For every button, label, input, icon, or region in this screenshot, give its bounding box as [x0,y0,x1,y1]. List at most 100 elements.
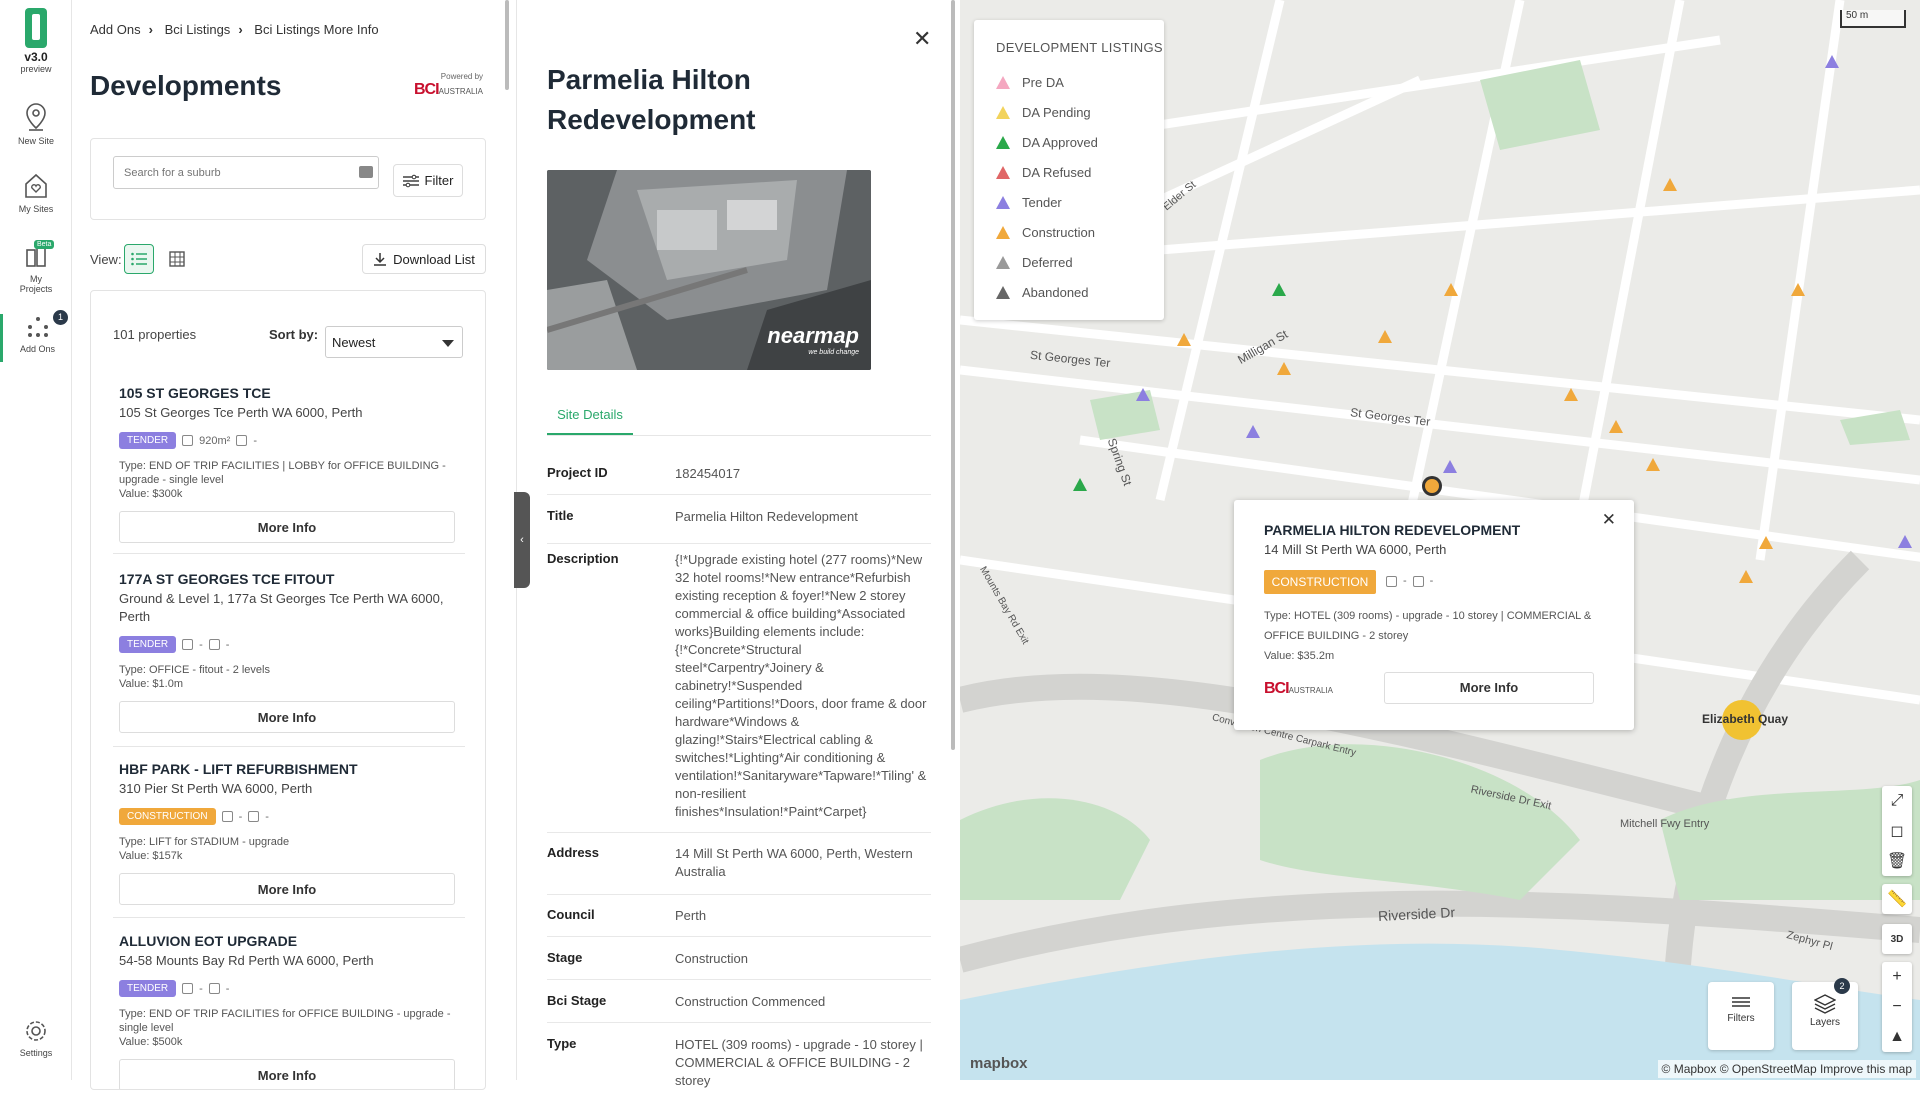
app-logo[interactable]: v3.0 preview [14,8,58,74]
selected-marker-icon[interactable] [1422,476,1442,496]
compass-icon[interactable]: ▲ [1882,1022,1912,1052]
legend-item[interactable]: Tender [996,187,1164,217]
tab-site-details[interactable]: Site Details [547,405,633,435]
marker-tender-icon[interactable] [1898,535,1912,548]
marker-construction-icon[interactable] [1739,570,1753,583]
map-view[interactable]: St Georges Ter St Georges Ter Milligan S… [960,0,1920,1080]
listing-lots: - [225,638,230,651]
detail-row: Address 14 Mill St Perth WA 6000, Perth, … [547,845,931,895]
construction-triangle-icon [996,225,1010,239]
marker-construction-icon[interactable] [1277,362,1291,375]
collapse-panel-button[interactable]: ‹ [514,492,530,588]
detail-key: Stage [547,950,583,965]
map-layers-button[interactable]: 2 Layers [1792,978,1858,1050]
bci-logo: BCIAUSTRALIA [1264,680,1333,698]
breadcrumb-bci-more-info: Bci Listings More Info [254,22,379,37]
chevron-right-icon: › [148,22,153,37]
marker-construction-icon[interactable] [1759,536,1773,549]
filter-button[interactable]: Filter [393,164,463,197]
3d-toggle: 3D [1882,924,1912,954]
popup-area: - [1403,575,1407,587]
nearmap-logo: nearmap [767,323,859,348]
status-badge: TENDER [119,980,177,997]
legend-item[interactable]: DA Pending [996,97,1164,127]
marker-tender-icon[interactable] [1246,425,1260,438]
breadcrumb-bci-listings[interactable]: Bci Listings [165,22,231,37]
list-view-button[interactable] [124,244,154,274]
listing-value: Value: $500k [119,1036,183,1048]
sort-select[interactable]: Newest [325,326,463,358]
panel-scrollbar[interactable] [505,0,509,90]
marker-tender-icon[interactable] [1825,55,1839,68]
detail-scrollbar[interactable] [951,0,955,750]
status-badge: CONSTRUCTION [119,808,216,825]
rail-settings[interactable]: Settings [0,1018,72,1058]
table-view-button[interactable] [162,244,192,274]
rail-new-site-label: New Site [17,136,54,146]
marker-construction-icon[interactable] [1609,420,1623,433]
draw-line-icon[interactable]: ⤢ [1882,786,1912,816]
marker-construction-icon[interactable] [1444,283,1458,296]
listing-area: - [199,638,203,651]
property-count: 101 properties [113,327,197,342]
list-icon [131,252,147,266]
rail-my-sites[interactable]: My Sites [0,172,72,214]
marker-construction-icon[interactable] [1791,283,1805,296]
close-icon[interactable]: ✕ [913,26,931,52]
marker-tender-icon[interactable] [1443,460,1457,473]
status-badge: TENDER [119,432,177,449]
more-info-button[interactable]: More Info [1384,672,1594,704]
more-info-button[interactable]: More Info [119,1059,455,1089]
zoom-in-icon[interactable]: + [1882,962,1912,992]
legend-item[interactable]: DA Approved [996,127,1164,157]
more-info-button[interactable]: More Info [119,511,455,543]
developments-panel: Add Ons › Bci Listings › Bci Listings More… [72,0,510,1090]
map-attribution[interactable]: © Mapbox © OpenStreetMap Improve this ma… [1657,1060,1916,1078]
marker-tender-icon[interactable] [1136,388,1150,401]
zoom-out-icon[interactable]: − [1882,992,1912,1022]
trash-icon[interactable]: 🗑 [1882,846,1912,876]
marker-construction-icon[interactable] [1646,458,1660,471]
download-list-button[interactable]: Download List [362,244,486,274]
legend-item[interactable]: Deferred [996,247,1164,277]
marker-construction-icon[interactable] [1663,178,1677,191]
poi-label: Elizabeth Quay [1702,712,1789,726]
listing-card: ALLUVION EOT UPGRADE 54-58 Mounts Bay Rd… [119,933,459,1089]
aerial-image: nearmap we build change [547,170,871,370]
sliders-icon [402,174,419,187]
divider [113,746,465,747]
marker-da-approved-icon[interactable] [1272,283,1286,296]
bci-logo: BCIAUSTRALIA [414,81,483,99]
ruler-icon[interactable]: 📏 [1882,884,1912,914]
area-icon [182,639,194,650]
bci-logo-sub: AUSTRALIA [438,87,484,96]
legend-item[interactable]: Construction [996,217,1164,247]
marker-da-approved-icon[interactable] [1073,478,1087,491]
breadcrumb-add-ons[interactable]: Add Ons [90,22,141,37]
popup-address: 14 Mill St Perth WA 6000, Perth [1264,542,1447,557]
legend-item[interactable]: Pre DA [996,67,1164,97]
3d-icon[interactable]: 3D [1882,924,1912,954]
chevron-right-icon: › [238,22,243,37]
map-filters-button[interactable]: Filters [1708,982,1774,1050]
draw-polygon-icon[interactable]: ◻ [1882,816,1912,846]
legend-item[interactable]: DA Refused [996,157,1164,187]
suburb-search-input[interactable] [113,156,379,189]
rail-my-projects[interactable]: Beta My Projects [0,240,72,294]
detail-key: Description [547,551,619,566]
more-info-button[interactable]: More Info [119,873,455,905]
more-info-button[interactable]: More Info [119,701,455,733]
marker-construction-icon[interactable] [1378,330,1392,343]
close-icon[interactable]: ✕ [1602,510,1616,530]
listing-title: ALLUVION EOT UPGRADE [119,933,298,949]
listing-title: 177A ST GEORGES TCE FITOUT [119,571,335,587]
dots-grid-icon [27,317,48,337]
marker-construction-icon[interactable] [1177,333,1191,346]
measure-tool: 📏 [1882,884,1912,914]
rail-add-ons[interactable]: 1 Add Ons [0,310,72,362]
mapbox-logo[interactable]: mapbox [970,1055,1028,1072]
legend-item[interactable]: Abandoned [996,277,1164,307]
detail-key: Bci Stage [547,993,607,1008]
rail-new-site[interactable]: New Site [0,102,72,146]
marker-construction-icon[interactable] [1564,388,1578,401]
